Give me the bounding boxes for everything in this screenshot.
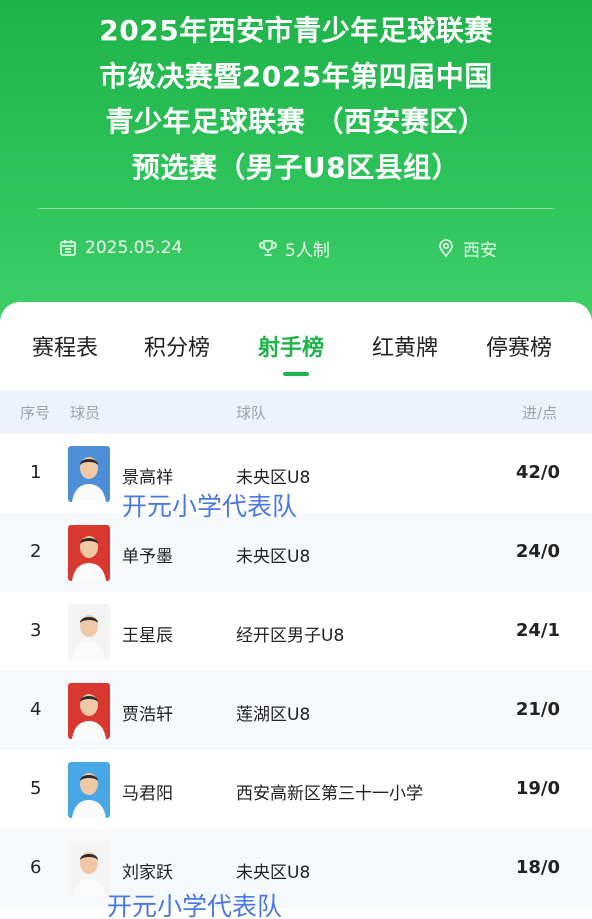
player-name: 马君阳 [122, 784, 173, 804]
tab-schedule[interactable]: 赛程表 [32, 330, 98, 364]
event-location-text: 西安 [463, 240, 497, 261]
player-team: 西安高新区第三十一小学 [236, 784, 423, 804]
event-format-text: 5人制 [285, 240, 330, 261]
player-goals: 19/0 [515, 778, 560, 799]
table-row[interactable]: 2 单予墨 未央区U8 24/0 [0, 513, 592, 592]
trophy-icon [259, 240, 277, 256]
calendar-icon [60, 240, 76, 256]
table-row[interactable]: 6 刘家跃 未央区U8 18/0 [0, 829, 592, 908]
tab-suspensions[interactable]: 停赛榜 [486, 330, 552, 364]
player-name: 景高祥 [122, 468, 173, 488]
column-header-player: 球员 [70, 404, 101, 422]
event-title-line: 2025年西安市青少年足球联赛 [99, 14, 493, 47]
player-photo [68, 446, 110, 502]
player-photo [68, 841, 110, 897]
row-rank: 4 [30, 699, 42, 720]
player-team: 未央区U8 [236, 547, 311, 567]
active-tab-indicator [283, 372, 309, 376]
row-rank: 6 [30, 857, 42, 878]
header-divider [38, 208, 554, 209]
tab-bar: 赛程表 积分榜 射手榜 红黄牌 停赛榜 [0, 302, 592, 388]
player-goals: 24/1 [515, 620, 560, 641]
overlay-caption: 开元小学代表队 [122, 492, 298, 521]
row-rank: 3 [30, 620, 42, 641]
tab-cards[interactable]: 红黄牌 [372, 330, 438, 364]
player-team: 未央区U8 [236, 863, 311, 883]
tab-scorers[interactable]: 射手榜 [258, 330, 324, 364]
table-row[interactable]: 4 贾浩轩 莲湖区U8 21/0 [0, 671, 592, 750]
row-rank: 5 [30, 778, 42, 799]
player-goals: 18/0 [515, 857, 560, 878]
location-pin-icon [439, 239, 453, 258]
overlay-caption: 开元小学代表队 [107, 892, 283, 919]
event-header: 2025年西安市青少年足球联赛 市级决赛暨2025年第四届中国 青少年足球联赛 … [0, 0, 592, 330]
event-title-line: 青少年足球联赛 （西安赛区） [105, 105, 487, 138]
player-goals: 42/0 [515, 462, 560, 483]
column-header-goals: 进/点 [522, 404, 558, 422]
player-photo [68, 525, 110, 581]
table-header: 序号 球员 球队 进/点 [0, 390, 592, 434]
event-title-line: 预选赛（男子U8区县组） [131, 150, 461, 184]
event-title-line: 市级决赛暨2025年第四届中国 [99, 59, 493, 93]
event-date-text: 2025.05.24 [85, 238, 183, 258]
column-header-rank: 序号 [20, 404, 51, 422]
table-row[interactable]: 5 马君阳 西安高新区第三十一小学 19/0 [0, 750, 592, 829]
player-name: 贾浩轩 [122, 705, 173, 725]
player-team: 莲湖区U8 [236, 705, 311, 725]
player-name: 单予墨 [122, 547, 173, 567]
player-team: 未央区U8 [236, 468, 311, 488]
stats-panel: 赛程表 积分榜 射手榜 红黄牌 停赛榜 序号 球员 球队 进/点 1 景高祥 未… [0, 302, 592, 919]
table-row[interactable]: 3 王星辰 经开区男子U8 24/1 [0, 592, 592, 671]
event-format: 5人制 [258, 234, 330, 262]
row-rank: 2 [30, 541, 42, 562]
player-photo [68, 683, 110, 739]
row-rank: 1 [30, 462, 42, 483]
event-title: 2025年西安市青少年足球联赛 市级决赛暨2025年第四届中国 青少年足球联赛 … [40, 8, 552, 190]
player-goals: 21/0 [515, 699, 560, 720]
player-name: 刘家跃 [122, 863, 173, 883]
player-name: 王星辰 [122, 626, 173, 646]
player-photo [68, 604, 110, 660]
player-team: 经开区男子U8 [236, 626, 345, 646]
event-date: 2025.05.24 [58, 234, 182, 262]
column-header-team: 球队 [236, 404, 267, 422]
tab-standings[interactable]: 积分榜 [144, 330, 210, 364]
player-goals: 24/0 [515, 541, 560, 562]
player-photo [68, 762, 110, 818]
event-location: 西安 [436, 234, 497, 262]
